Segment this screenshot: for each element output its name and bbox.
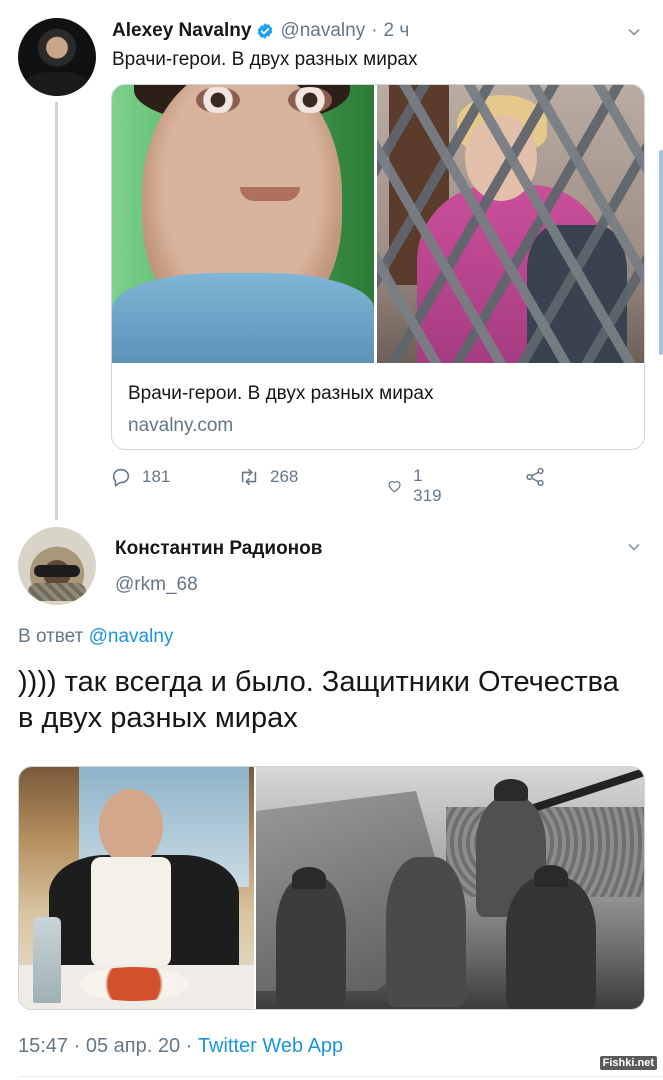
reply-icon <box>112 468 130 487</box>
scrollbar-thumb[interactable] <box>659 150 663 355</box>
reply-count: 181 <box>142 467 171 486</box>
author-handle[interactable]: @rkm_68 <box>115 574 198 596</box>
author-name[interactable]: Alexey Navalny <box>112 20 251 42</box>
tweet-text: Врачи-герои. В двух разных мирах <box>112 49 418 70</box>
verified-badge-icon <box>258 23 273 39</box>
tweet-media[interactable] <box>18 766 645 1010</box>
separator-dot: · <box>185 1035 193 1057</box>
separator-dot: · <box>73 1035 81 1057</box>
like-icon <box>388 481 401 493</box>
share-button[interactable] <box>524 466 556 488</box>
reply-context: В ответ @navalny <box>18 626 173 648</box>
retweet-icon <box>241 468 257 486</box>
like-count: 1 319 <box>413 466 442 505</box>
share-icon <box>526 467 544 487</box>
tweet-time[interactable]: 2 ч <box>384 20 410 42</box>
retweet-count: 268 <box>270 467 299 486</box>
like-button[interactable]: 1 319 <box>386 466 446 506</box>
reply-button[interactable]: 181 <box>110 466 170 488</box>
tweet-header: Alexey Navalny @navalny · 2 ч <box>112 17 643 45</box>
card-image-cage <box>377 85 644 363</box>
media-image-soldiers[interactable] <box>256 767 644 1009</box>
link-card[interactable]: Врачи-герои. В двух разных мирах navalny… <box>111 84 645 450</box>
watermark: Fishki.net <box>599 1056 657 1070</box>
card-domain: navalny.com <box>128 415 234 436</box>
tweet-text: )))) так всегда и было. Защитники Отечес… <box>18 666 619 734</box>
avatar[interactable] <box>18 527 96 605</box>
author-handle[interactable]: @navalny <box>280 20 365 42</box>
thread-connector-line <box>55 102 58 520</box>
tweet-footer: 15:47 · 05 апр. 20 · Twitter Web App <box>18 1035 343 1058</box>
media-image-restaurant[interactable] <box>19 767 254 1009</box>
tweet-timestamp[interactable]: 15:47 <box>18 1035 68 1057</box>
chevron-down-icon[interactable] <box>627 25 641 39</box>
tweet-source-link[interactable]: Twitter Web App <box>198 1035 343 1057</box>
chevron-down-icon[interactable] <box>627 540 641 554</box>
reply-mention-link[interactable]: @navalny <box>89 626 174 647</box>
divider <box>18 1076 663 1077</box>
card-title: Врачи-герои. В двух разных мирах <box>128 383 434 404</box>
separator-dot: · <box>371 20 378 41</box>
reply-prefix: В ответ <box>18 626 84 647</box>
tweet-date[interactable]: 05 апр. 20 <box>86 1035 180 1057</box>
avatar[interactable] <box>18 18 96 96</box>
card-image-doctor <box>112 85 374 363</box>
author-name[interactable]: Константин Радионов <box>115 538 322 560</box>
retweet-button[interactable]: 268 <box>238 466 298 488</box>
